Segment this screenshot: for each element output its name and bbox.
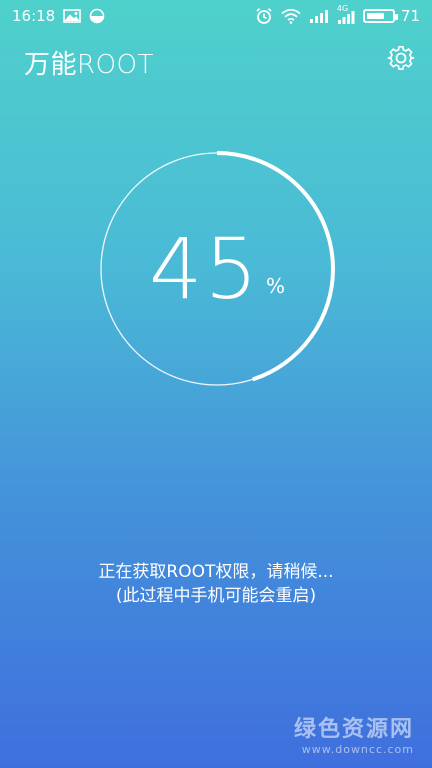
watermark-title: 绿色资源网 xyxy=(293,717,414,742)
battery-level: 71 xyxy=(400,7,420,25)
battery-cap xyxy=(394,14,398,20)
signal-icon xyxy=(309,9,329,23)
gear-icon[interactable] xyxy=(387,44,415,72)
settings-button[interactable] xyxy=(386,43,416,73)
battery-indicator: 71 xyxy=(362,7,420,25)
battery-fill xyxy=(366,13,384,19)
status-bar: 16:18 4G 71 xyxy=(0,0,432,32)
reboot-warning: (此过程中手机可能会重启) xyxy=(115,586,317,606)
image-icon xyxy=(63,9,82,23)
status-bar-right: 4G 71 xyxy=(255,4,420,25)
status-message: 正在获取ROOT权限，请稍候... xyxy=(98,562,334,582)
percent-display: 45 % xyxy=(99,151,335,387)
battery-icon xyxy=(362,9,398,23)
watermark-url: www.downcc.com xyxy=(301,743,414,756)
app-title: 万能ROOT xyxy=(24,50,154,80)
half-circle-icon xyxy=(89,8,105,24)
signal-4g-icon: 4G xyxy=(337,4,355,24)
status-bar-left: 16:18 xyxy=(12,7,105,25)
wifi-icon xyxy=(281,8,301,24)
status-time: 16:18 xyxy=(12,7,56,25)
percent-value: 45 xyxy=(149,220,260,318)
percent-unit: % xyxy=(265,274,285,298)
watermark: 绿色资源网 www.downcc.com xyxy=(294,711,414,756)
root-progress: 45 % xyxy=(99,151,335,387)
alarm-icon xyxy=(255,7,273,25)
